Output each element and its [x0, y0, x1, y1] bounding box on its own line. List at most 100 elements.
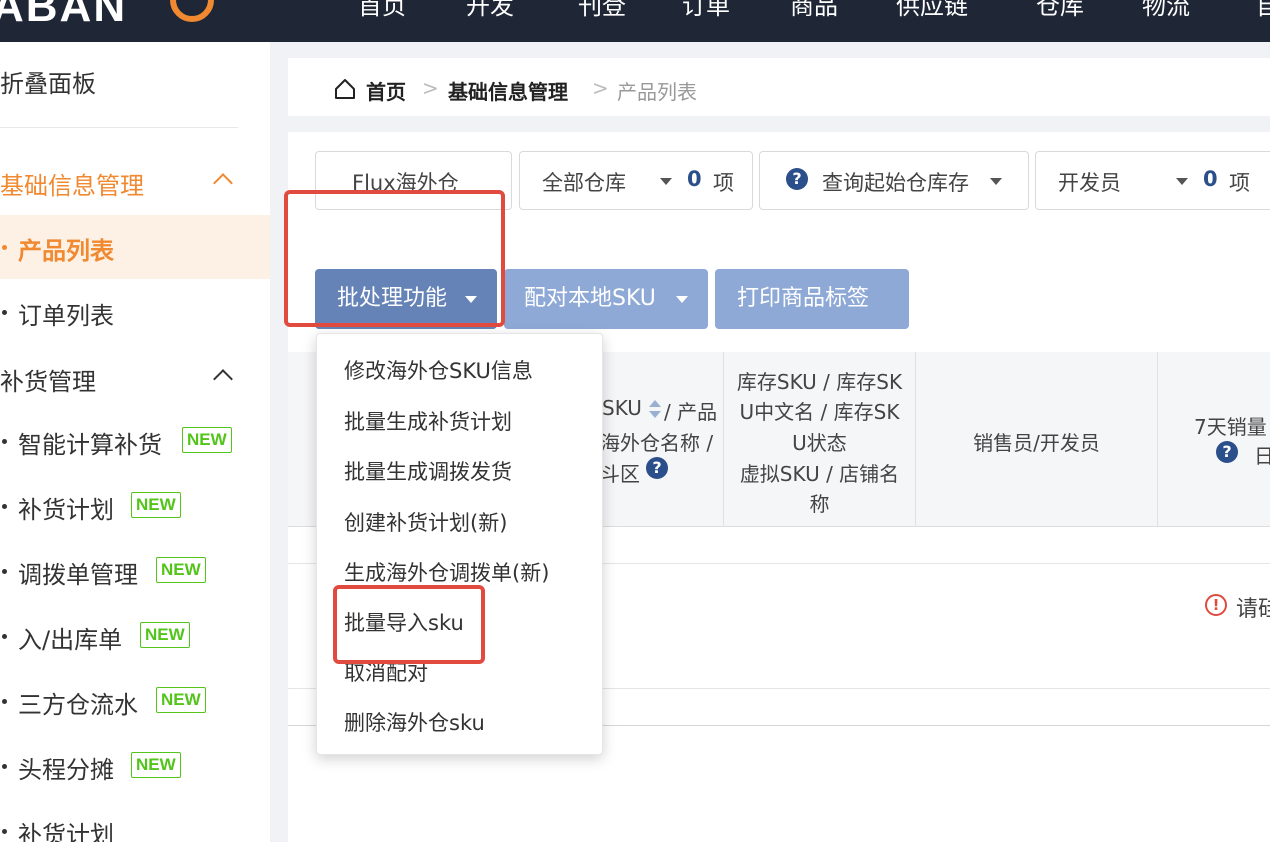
annotation-highlight-box [284, 190, 505, 327]
caret-down-icon [660, 178, 672, 185]
menu-item-create-transfer-order[interactable]: 生成海外仓调拨单(新) [344, 557, 549, 587]
bullet-icon [2, 829, 7, 834]
breadcrumb-basic-info[interactable]: 基础信息管理 [448, 76, 568, 105]
nav-orders[interactable]: 订单 [682, 0, 730, 21]
col-7day-sales-text: 7天销量 [1194, 415, 1267, 439]
logo: ABAN [0, 0, 128, 31]
bullet-icon [2, 699, 7, 704]
nav-warehouse[interactable]: 仓库 [1036, 0, 1084, 21]
bullet-icon [2, 569, 7, 574]
sidebar-group-replenishment[interactable]: 补货管理 [0, 362, 250, 397]
print-label-button[interactable]: 打印商品标签 [715, 269, 909, 329]
sidebar-item-label: 补货计划 [18, 496, 114, 524]
column-sales-developer: 销售员/开发员 [916, 352, 1157, 527]
column-stock-sku: 库存SKU / 库存SK U中文名 / 库存SK U状态 虚拟SKU / 店铺名… [724, 352, 915, 527]
menu-item-edit-sku-info[interactable]: 修改海外仓SKU信息 [344, 355, 533, 385]
pair-local-sku-button[interactable]: 配对本地SKU [504, 269, 708, 329]
col-product-text: / 产品 [664, 400, 718, 424]
col-sku-text: SKU [602, 396, 642, 420]
caret-down-icon [990, 178, 1002, 185]
help-icon[interactable]: ? [786, 168, 808, 190]
nav-supply-chain[interactable]: 供应链 [896, 0, 968, 21]
sidebar-item-replenish-plan[interactable]: 补货计划 NEW [0, 474, 270, 538]
developer-label: 开发员 [1058, 171, 1121, 195]
pair-local-sku-label: 配对本地SKU [524, 286, 656, 311]
sidebar-item-label: 三方仓流水 [18, 691, 138, 719]
sidebar-item-label: 订单列表 [18, 302, 114, 330]
count-unit: 项 [1229, 171, 1250, 195]
nav-more[interactable]: 自 [1256, 0, 1270, 21]
bullet-icon [2, 504, 7, 509]
all-warehouses-select[interactable]: 全部仓库 0 项 [519, 151, 753, 210]
developer-select[interactable]: 开发员 0 项 [1035, 151, 1270, 210]
home-icon[interactable] [334, 78, 356, 100]
sidebar-group-label: 基础信息管理 [0, 172, 144, 200]
all-warehouses-label: 全部仓库 [542, 171, 626, 195]
chevron-up-icon [213, 173, 233, 193]
sidebar-item-3pl-ledger[interactable]: 三方仓流水 NEW [0, 669, 270, 733]
collapse-panel-toggle[interactable]: 折叠面板 [0, 64, 96, 99]
nav-logistics[interactable]: 物流 [1142, 0, 1190, 21]
bullet-icon [2, 634, 7, 639]
sidebar-item-product-list[interactable]: 产品列表 [0, 215, 270, 279]
col-stock-sku-line5: 称 [809, 492, 830, 516]
col-sales-developer-text: 销售员/开发员 [973, 431, 1100, 455]
developer-count: 0 [1203, 167, 1218, 191]
sidebar-item-order-list[interactable]: 订单列表 [0, 280, 270, 344]
nav-home[interactable]: 首页 [358, 0, 406, 21]
col-stock-sku-line4: 虚拟SKU / 店铺名 [739, 462, 900, 486]
warning-icon: ! [1205, 594, 1227, 616]
breadcrumb-current: 产品列表 [617, 80, 697, 104]
new-badge: NEW [182, 427, 232, 453]
sidebar: 折叠面板 基础信息管理 产品列表 订单列表 补货管理 智能计算补货 NEW 补货… [0, 42, 270, 842]
sidebar-group-label: 补货管理 [0, 368, 96, 396]
batch-actions-dropdown: 修改海外仓SKU信息 批量生成补货计划 批量生成调拨发货 创建补货计划(新) 生… [316, 333, 603, 755]
logo-ring-icon [170, 0, 214, 22]
sidebar-group-basic-info[interactable]: 基础信息管理 [0, 166, 250, 201]
query-stock-select[interactable]: ? 查询起始仓库存 [759, 151, 1029, 210]
sidebar-item-smart-replenish[interactable]: 智能计算补货 NEW [0, 409, 270, 473]
annotation-highlight-box [333, 585, 485, 664]
column-7day-sales: 7天销量 ? 日 [1158, 352, 1270, 527]
menu-item-create-replenish-plan[interactable]: 创建补货计划(新) [344, 507, 507, 537]
col-day-text: 日 [1254, 444, 1270, 468]
breadcrumb-separator: > [422, 76, 439, 100]
caret-down-icon [676, 296, 688, 303]
sidebar-item-transfer-orders[interactable]: 调拨单管理 NEW [0, 539, 270, 603]
breadcrumb: 首页 > 基础信息管理 > 产品列表 [288, 58, 1270, 116]
chevron-up-icon [213, 369, 233, 389]
column-sku: SKU / 产品 海外仓名称 / 斗区 ? [598, 352, 724, 527]
all-warehouses-count: 0 [687, 167, 702, 191]
caret-down-icon [1176, 178, 1188, 185]
bullet-icon [2, 310, 7, 315]
breadcrumb-home[interactable]: 首页 [366, 76, 406, 105]
col-stock-sku-line3: U状态 [792, 431, 847, 455]
menu-item-batch-replenish-plan[interactable]: 批量生成补货计划 [344, 406, 512, 436]
nav-listing[interactable]: 刊登 [578, 0, 626, 21]
new-badge: NEW [156, 557, 206, 583]
col-stock-sku-line1: 库存SKU / 库存SK [736, 370, 903, 394]
menu-item-batch-transfer-ship[interactable]: 批量生成调拨发货 [344, 456, 512, 486]
query-stock-label: 查询起始仓库存 [822, 171, 969, 195]
help-icon[interactable]: ? [646, 457, 668, 479]
nav-develop[interactable]: 开发 [466, 0, 514, 21]
menu-item-delete-sku[interactable]: 删除海外仓sku [344, 707, 485, 737]
breadcrumb-separator: > [592, 76, 609, 100]
help-icon[interactable]: ? [1216, 441, 1238, 463]
sidebar-item-headhaul-allocation[interactable]: 头程分摊 NEW [0, 734, 270, 798]
sidebar-item-replenish-plan-2[interactable]: 补货计划 [0, 799, 270, 842]
sidebar-item-in-out-orders[interactable]: 入/出库单 NEW [0, 604, 270, 668]
empty-hint-text: 请硅 [1236, 597, 1270, 622]
bullet-icon [2, 764, 7, 769]
bullet-icon [2, 439, 7, 444]
count-unit: 项 [713, 171, 734, 195]
new-badge: NEW [156, 687, 206, 713]
col-warehouse-name-text: 海外仓名称 / [600, 431, 714, 455]
print-label-label: 打印商品标签 [737, 286, 870, 311]
sidebar-item-label: 智能计算补货 [18, 431, 162, 459]
sort-icon[interactable] [648, 399, 662, 419]
sidebar-divider [0, 127, 238, 128]
sidebar-item-label: 调拨单管理 [18, 561, 138, 589]
col-stock-sku-line2: U中文名 / 库存SK [739, 400, 900, 424]
nav-products[interactable]: 商品 [790, 0, 838, 21]
